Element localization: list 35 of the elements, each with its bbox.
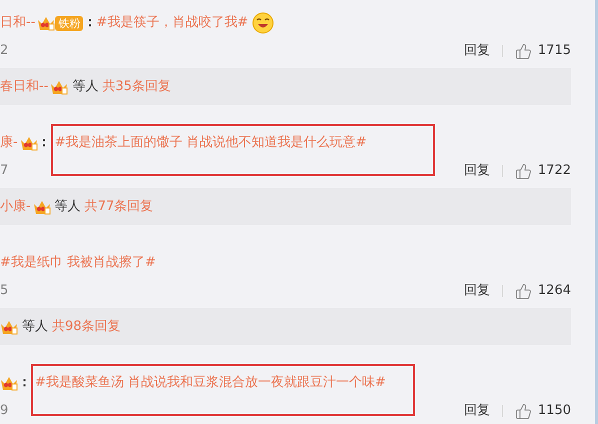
reply-summary-bar[interactable]: 等人 共98条回复 bbox=[0, 308, 571, 345]
colon: ： bbox=[38, 134, 51, 152]
like-icon[interactable] bbox=[514, 42, 532, 60]
others-label: 等人 bbox=[72, 78, 98, 96]
comment-text: #我是筷子，肖战咬了我# bbox=[96, 14, 248, 32]
crown-icon bbox=[0, 318, 18, 334]
highlighted-comment-text: #我是油茶上面的馓子 肖战说他不知道我是什么玩意# bbox=[50, 124, 435, 176]
timestamp: 2 bbox=[0, 42, 8, 60]
crown-icon bbox=[20, 135, 38, 151]
others-label: 等人 bbox=[54, 198, 81, 216]
like-icon[interactable] bbox=[514, 402, 532, 420]
crown-icon bbox=[0, 375, 18, 391]
reply-link[interactable]: 回复 bbox=[464, 281, 490, 301]
like-icon[interactable] bbox=[514, 282, 532, 300]
crown-icon bbox=[32, 198, 51, 214]
timestamp: 9 bbox=[0, 402, 8, 420]
emoji-icon bbox=[252, 12, 274, 34]
crown-icon bbox=[37, 15, 56, 31]
others-label: 等人 bbox=[22, 318, 48, 336]
like-count: 1722 bbox=[538, 162, 571, 180]
colon: ： bbox=[83, 14, 96, 32]
highlighted-comment-text: #我是酸菜鱼汤 肖战说我和豆浆混合放一夜就跟豆汁一个味# bbox=[31, 364, 415, 416]
comment-text: #我是纸巾 我被肖战擦了# bbox=[0, 254, 156, 272]
reply-link[interactable]: 回复 bbox=[464, 161, 490, 181]
like-count: 1150 bbox=[538, 402, 571, 420]
reply-link[interactable]: 回复 bbox=[464, 41, 490, 61]
fan-badge: 铁粉 bbox=[55, 16, 84, 30]
timestamp: 5 bbox=[0, 282, 8, 300]
like-count: 1264 bbox=[538, 282, 571, 300]
timestamp: 7 bbox=[0, 162, 8, 180]
crown-icon bbox=[50, 78, 68, 94]
like-count: 1715 bbox=[538, 42, 571, 60]
colon: ： bbox=[18, 374, 31, 392]
like-icon[interactable] bbox=[514, 162, 532, 180]
reply-link[interactable]: 回复 bbox=[464, 401, 490, 421]
